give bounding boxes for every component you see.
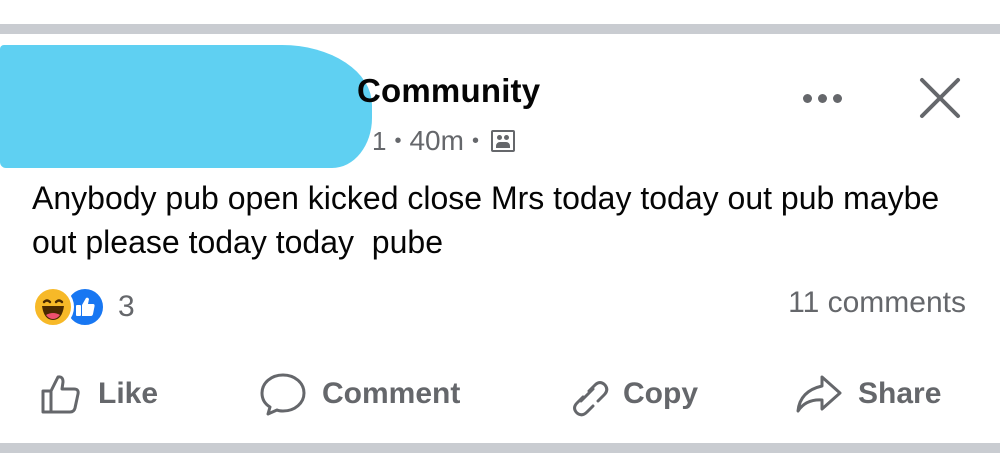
comment-bubble-icon [258,371,308,417]
close-icon[interactable] [916,74,964,122]
post-meta: 1 • 40m • [372,125,515,157]
action-bar: Like Comment Copy Share [0,369,1000,419]
post-time[interactable]: 40m [409,125,463,157]
more-options-icon[interactable] [803,90,845,106]
meta-separator: • [394,129,402,152]
share-label: Share [858,377,942,410]
bottom-divider [0,443,1000,475]
redacted-author-block [0,45,372,168]
link-icon [563,371,609,417]
post-card: Community 1 • 40m • Anybody pub open kic… [0,34,1000,443]
share-arrow-icon [794,371,844,417]
copy-link-button[interactable]: Copy [563,369,698,419]
reactions-summary[interactable]: 3 [32,286,135,328]
group-name[interactable]: Community [357,72,540,110]
reaction-count: 3 [118,290,135,323]
like-button[interactable]: Like [38,369,158,419]
post-text: Anybody pub open kicked close Mrs today … [32,180,949,260]
copy-label: Copy [623,377,698,410]
haha-reaction-icon [32,286,74,328]
share-button[interactable]: Share [794,369,941,419]
like-label: Like [98,377,159,410]
comment-label: Comment [322,377,461,410]
thumbs-up-icon [38,371,84,417]
group-audience-icon [490,130,515,152]
top-divider [0,0,1000,34]
comment-button[interactable]: Comment [258,369,460,419]
meta-separator: • [471,129,479,152]
comments-count-link[interactable]: 11 comments [788,286,966,320]
author-fragment: 1 [372,125,387,156]
